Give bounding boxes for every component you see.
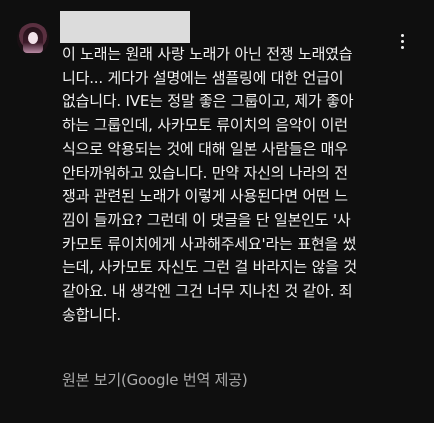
username-redacted: [60, 11, 190, 43]
comment-line: 이 노래는 원래 사랑 노래가 아닌 전쟁 노래였습: [62, 45, 353, 63]
avatar-face: [28, 32, 38, 44]
comment-line: 는데, 사카모토 자신도 그런 걸 바라지는 않을 것: [62, 258, 357, 277]
comment-line: 식으로 악용되는 것에 대해 일본 사람들은 매우: [62, 139, 348, 158]
comment-line: 안타까워하고 있습니다. 만약 자신의 나라의 전: [62, 163, 348, 182]
comment-line: 쟁과 관련된 노래가 이렇게 사용된다면 어떤 느: [62, 187, 348, 206]
comment-line: 니다... 게다가 설명에는 샘플링에 대한 언급이: [62, 68, 344, 87]
comment-line: 낌이 들까요? 그런데 이 댓글을 단 일본인도 '사: [62, 210, 351, 229]
avatar[interactable]: [17, 23, 49, 55]
comment-line: 같아요. 내 생각엔 그건 너무 지나친 것 같아. 죄: [62, 282, 353, 301]
comment-line: 카모토 류이치에게 사과해주세요'라는 표현을 썼: [62, 234, 357, 253]
comment-line: 송합니다.: [62, 305, 121, 324]
comment-line: 하는 그룹인데, 사카모토 류이치의 음악이 이런: [62, 116, 348, 135]
comment-line: 없습니다. IVE는 정말 좋은 그룹이고, 제가 좋아: [62, 92, 354, 111]
see-original-link[interactable]: 원본 보기(Google 번역 제공): [62, 368, 248, 392]
more-vertical-icon: [400, 33, 404, 37]
comment-text: 이 노래는 원래 사랑 노래가 아닌 전쟁 노래였습 니다... 게다가 설명에…: [62, 43, 406, 327]
